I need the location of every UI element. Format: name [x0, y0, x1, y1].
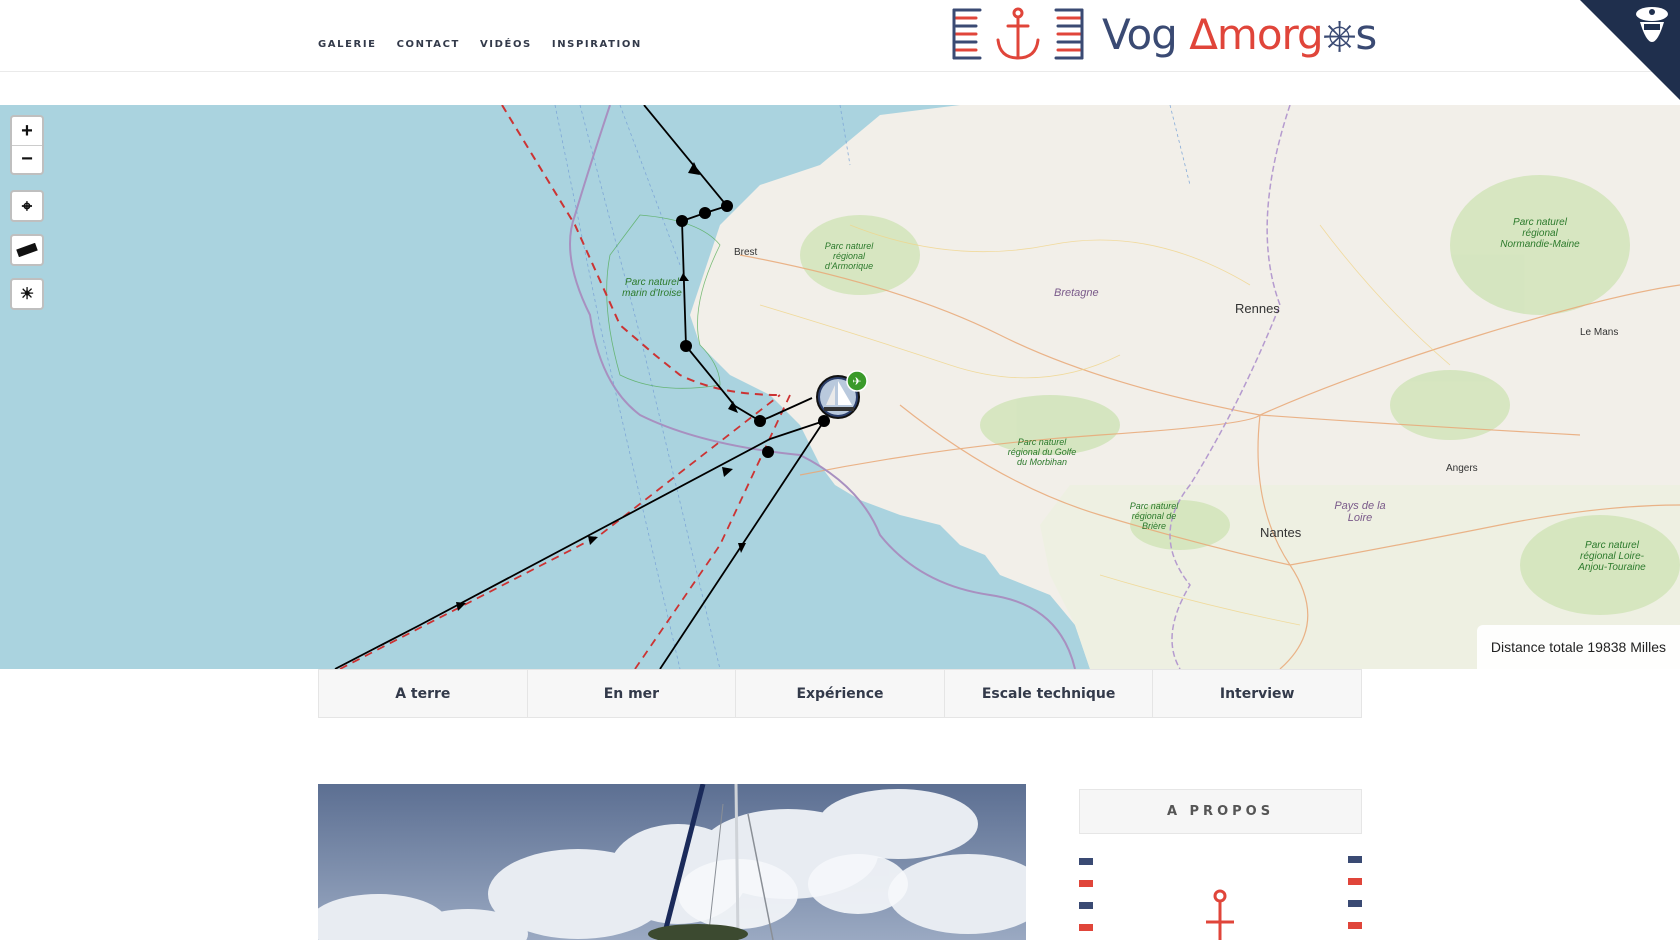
locate-button[interactable]: ⌖ [10, 190, 44, 222]
ruler-icon [16, 243, 38, 257]
crosshair-icon: ⌖ [21, 195, 33, 216]
zoom-control: + − [10, 115, 44, 175]
label-bretagne: Bretagne [1054, 287, 1099, 299]
label-parc-loire: Parc naturel régional Loire-Anjou-Tourai… [1578, 540, 1646, 573]
sailboat-photo-image [318, 784, 1026, 940]
label-parc-armorique: Parc naturel régional d'Armorique [824, 241, 874, 271]
label-nantes: Nantes [1260, 525, 1302, 540]
site-logo[interactable]: Vog Δmorg⎈s [950, 4, 1377, 66]
total-distance: Distance totale 19838 Milles [1476, 625, 1680, 669]
nav-videos[interactable]: VIDÉOS [480, 39, 532, 50]
tab-escale-technique[interactable]: Escale technique [945, 670, 1154, 717]
captain-corner-badge[interactable] [1580, 0, 1680, 100]
tab-experience[interactable]: Expérience [736, 670, 945, 717]
day-night-button[interactable]: ☀ [10, 278, 44, 310]
zoom-in-button[interactable]: + [12, 117, 42, 145]
label-brest: Brest [734, 247, 758, 258]
category-tabs: A terre En mer Expérience Escale techniq… [318, 669, 1362, 718]
tab-a-terre[interactable]: A terre [319, 670, 528, 717]
tab-en-mer[interactable]: En mer [528, 670, 737, 717]
tab-interview[interactable]: Interview [1153, 670, 1361, 717]
label-rennes: Rennes [1235, 301, 1280, 316]
label-angers: Angers [1446, 463, 1478, 474]
label-parc-briere: Parc naturel régional de Brière [1129, 501, 1179, 531]
logo-text: Vog Δmorg⎈s [1102, 10, 1377, 59]
nav-inspiration[interactable]: INSPIRATION [552, 39, 642, 50]
helm-icon: ⎈ [1322, 10, 1357, 59]
label-parc-marin: Parc naturel marin d'Iroise [622, 277, 682, 299]
label-parc-golfe: Parc naturel régional du Golfe du Morbih… [1007, 437, 1077, 467]
nav-contact[interactable]: CONTACT [397, 39, 460, 50]
zoom-out-button[interactable]: − [12, 145, 42, 173]
sun-moon-icon: ☀ [19, 286, 35, 303]
label-le-mans: Le Mans [1580, 327, 1619, 338]
svg-text:✈: ✈ [852, 375, 861, 388]
route-map[interactable]: ✈ Brest Rennes Le Mans Angers Nantes Bre… [0, 105, 1680, 669]
sidebar-apropos-title: A PROPOS [1079, 789, 1362, 834]
logo-flags-anchor-icon [952, 7, 1084, 60]
label-pays-loire: Pays de la Loire [1334, 500, 1386, 524]
sidebar-flags-anchor-icon [1079, 856, 1362, 940]
nav-galerie[interactable]: GALERIE [318, 39, 377, 50]
post-photo[interactable] [318, 784, 1026, 940]
measure-button[interactable] [10, 234, 44, 266]
main-nav: GALERIE CONTACT VIDÉOS INSPIRATION [318, 39, 642, 50]
site-header: GALERIE CONTACT VIDÉOS INSPIRATION Vog Δ… [0, 0, 1680, 100]
map-tiles: ✈ [334, 105, 1680, 669]
label-parc-normandie: Parc naturel régional Normandie-Maine [1500, 217, 1580, 250]
